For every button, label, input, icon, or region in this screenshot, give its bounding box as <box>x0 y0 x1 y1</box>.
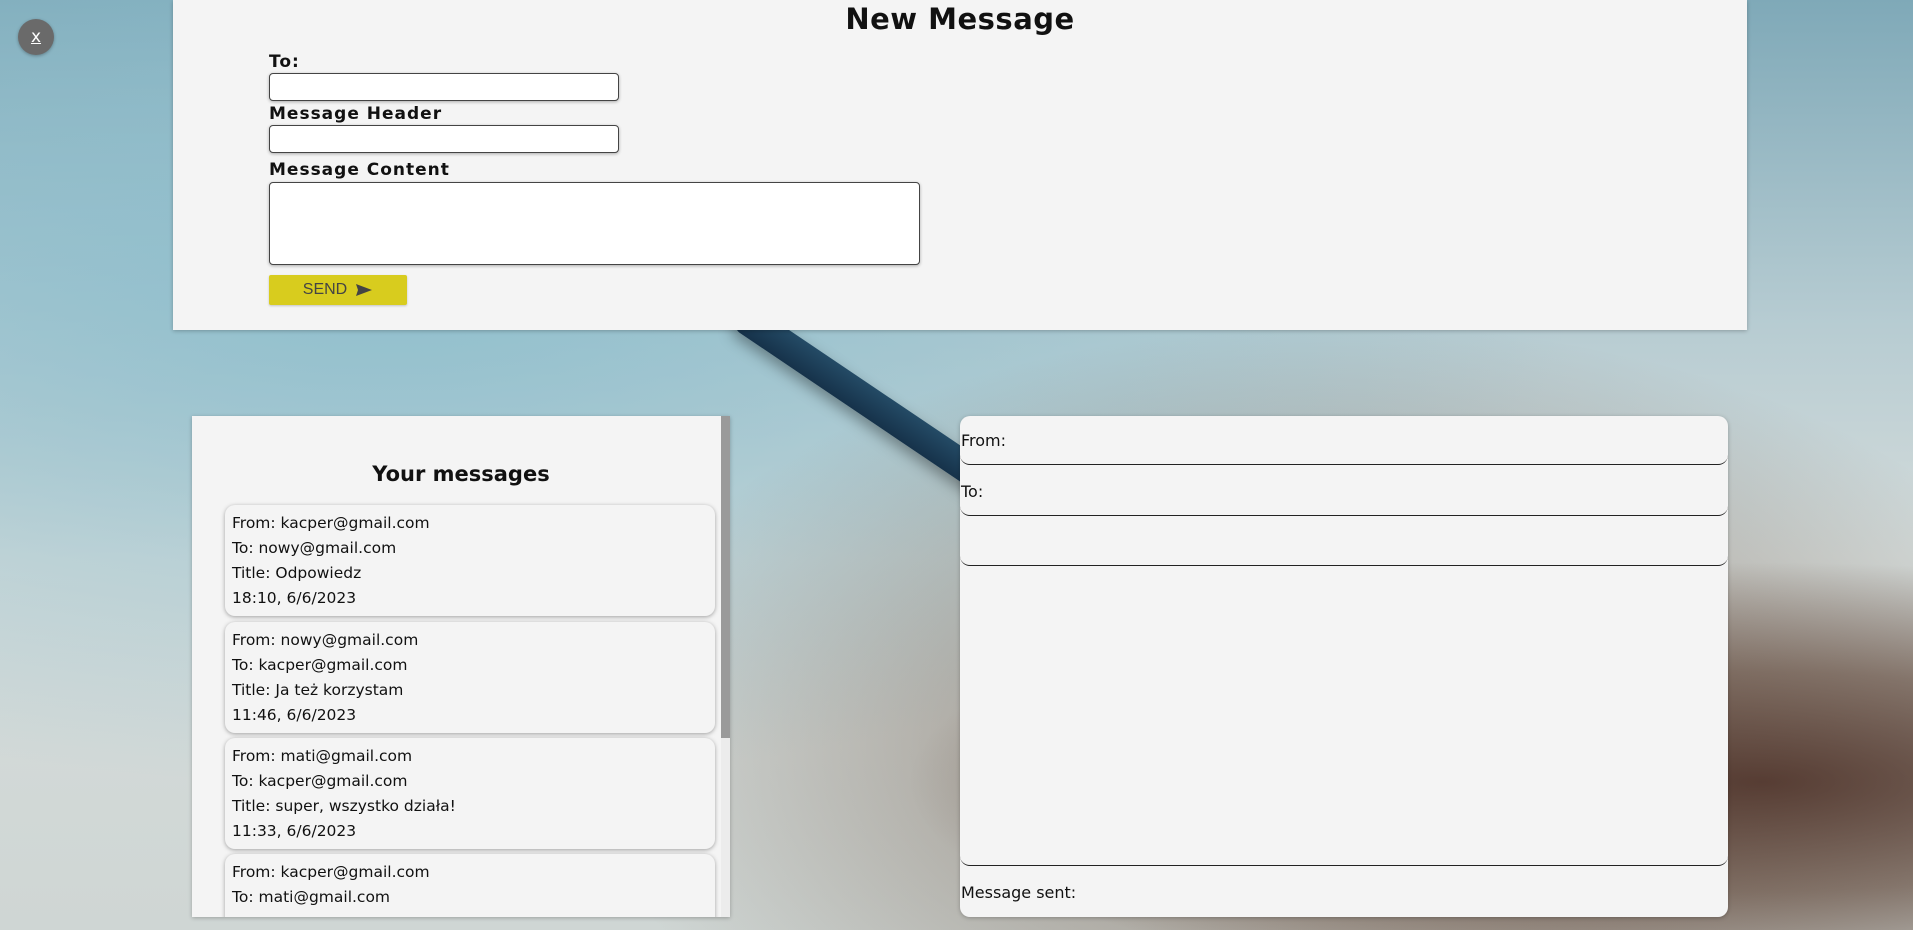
message-item[interactable]: From: kacper@gmail.com To: mati@gmail.co… <box>225 854 715 917</box>
message-content-label: Message Content <box>269 160 450 180</box>
message-from: From: mati@gmail.com <box>232 747 413 765</box>
message-title: Title: Odpowiedz <box>232 564 362 582</box>
message-content-textarea[interactable] <box>269 182 920 265</box>
message-item[interactable]: From: nowy@gmail.com To: kacper@gmail.co… <box>225 622 715 733</box>
detail-message-sent: Message sent: <box>961 883 1077 902</box>
message-from: From: kacper@gmail.com <box>232 514 430 532</box>
close-button[interactable]: x <box>18 19 54 55</box>
detail-title <box>960 517 1728 566</box>
to-input[interactable] <box>269 73 619 101</box>
detail-from: From: <box>960 416 1728 465</box>
message-item[interactable]: From: mati@gmail.com To: kacper@gmail.co… <box>225 738 715 849</box>
messages-panel: Your messages From: kacper@gmail.com To:… <box>192 416 730 917</box>
send-arrow-icon <box>356 284 373 296</box>
detail-body <box>960 566 1728 866</box>
send-button[interactable]: SEND <box>269 275 407 305</box>
messages-scrollbar[interactable] <box>721 416 730 917</box>
message-detail-panel: From: To: Message sent: <box>960 416 1728 917</box>
message-to: To: mati@gmail.com <box>232 888 391 906</box>
message-item[interactable]: From: kacper@gmail.com To: nowy@gmail.co… <box>225 505 715 616</box>
send-button-label: SEND <box>302 281 348 298</box>
message-from: From: kacper@gmail.com <box>232 863 430 881</box>
message-from: From: nowy@gmail.com <box>232 631 419 649</box>
detail-to: To: <box>960 467 1728 516</box>
new-message-panel: New Message To: Message Header Message C… <box>173 0 1747 330</box>
new-message-title: New Message <box>845 2 1075 36</box>
to-label: To: <box>269 52 300 72</box>
messages-title: Your messages <box>372 462 550 486</box>
message-time: 11:46, 6/6/2023 <box>232 706 357 724</box>
message-time: 18:10, 6/6/2023 <box>232 589 357 607</box>
message-title: Title: Ja też korzystam <box>232 681 404 699</box>
message-to: To: kacper@gmail.com <box>232 772 408 790</box>
message-header-input[interactable] <box>269 125 619 153</box>
message-to: To: kacper@gmail.com <box>232 656 408 674</box>
message-to: To: nowy@gmail.com <box>232 539 397 557</box>
message-header-label: Message Header <box>269 104 443 124</box>
message-time: 11:33, 6/6/2023 <box>232 822 357 840</box>
message-title: Title: super, wszystko działa! <box>232 797 456 815</box>
